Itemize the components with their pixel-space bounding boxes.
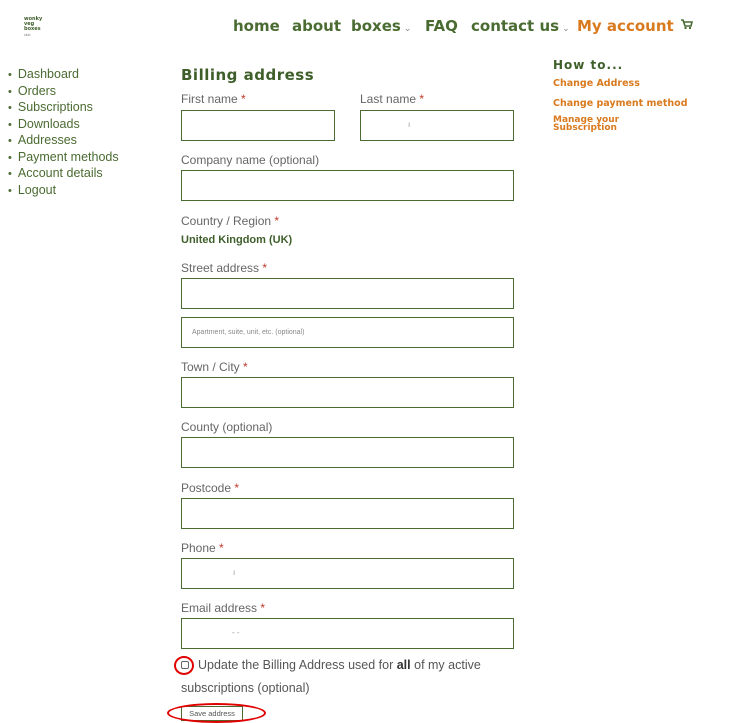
last-name-label-text: Last name [360, 92, 417, 106]
how-to-panel: How to... Change Address Change payment … [553, 58, 688, 141]
phone-label-text: Phone [181, 541, 216, 555]
nav-home[interactable]: home [233, 17, 280, 35]
update-subscriptions-label-line2: subscriptions (optional) [181, 681, 310, 695]
sidebar-item-dashboard[interactable]: Dashboard [8, 67, 119, 84]
nav-about[interactable]: about [292, 17, 341, 35]
site-logo[interactable]: wonky veg boxes club [24, 16, 46, 39]
company-label: Company name (optional) [181, 153, 320, 167]
email-input[interactable]: - - [181, 618, 514, 649]
postcode-label-text: Postcode [181, 481, 232, 495]
apartment-input[interactable]: Apartment, suite, unit, etc. (optional) [181, 317, 514, 348]
phone-label: Phone * [181, 541, 224, 555]
sidebar-item-addresses[interactable]: Addresses [8, 133, 119, 150]
billing-form: Billing address [181, 66, 514, 84]
email-label: Email address * [181, 601, 265, 615]
required-mark: * [243, 360, 248, 374]
required-mark: * [419, 92, 425, 106]
phone-input[interactable]: ı [181, 558, 514, 589]
required-mark: * [241, 92, 246, 106]
required-mark: * [262, 261, 268, 275]
page-title: Billing address [181, 66, 315, 84]
required-mark: * [219, 541, 224, 555]
county-label: County (optional) [181, 420, 273, 434]
change-address-link[interactable]: Change Address [553, 78, 688, 89]
required-mark: * [234, 481, 240, 495]
street-label-text: Street address [181, 261, 260, 275]
change-payment-link[interactable]: Change payment method [553, 98, 688, 109]
chevron-down-icon: ⌄ [562, 24, 570, 34]
nav-contact-label: contact us [471, 17, 560, 35]
postcode-input[interactable] [181, 498, 514, 529]
town-label-text: Town / City [181, 360, 240, 374]
sidebar-item-downloads[interactable]: Downloads [8, 117, 119, 134]
country-label-text: Country / Region [181, 214, 272, 228]
sidebar-item-account-details[interactable]: Account details [8, 166, 119, 183]
logo-text-4: club [24, 32, 31, 37]
update-label-pre: Update the Billing Address used for [198, 658, 397, 672]
update-subscriptions-label: Update the Billing Address used for all … [181, 658, 481, 672]
nav-my-account[interactable]: My account [577, 17, 674, 35]
manage-subscription-link[interactable]: Manage your Subscription [553, 116, 688, 133]
email-label-text: Email address [181, 601, 258, 615]
required-mark: * [274, 214, 280, 228]
nav-faq[interactable]: FAQ [425, 17, 458, 35]
apartment-placeholder: Apartment, suite, unit, etc. (optional) [192, 329, 305, 336]
account-sidebar: Dashboard Orders Subscriptions Downloads… [8, 67, 119, 199]
update-label-post: of my active [410, 658, 481, 672]
postcode-label: Postcode * [181, 481, 239, 495]
county-input[interactable] [181, 437, 514, 468]
sidebar-item-payment-methods[interactable]: Payment methods [8, 150, 119, 167]
nav-boxes[interactable]: boxes ⌄ [351, 17, 411, 35]
country-label: Country / Region * [181, 214, 279, 228]
last-name-label: Last name * [360, 92, 424, 106]
country-value: United Kingdom (UK) [181, 234, 293, 246]
how-to-title: How to... [553, 58, 624, 72]
first-name-label: First name * [181, 92, 246, 106]
street-label: Street address * [181, 261, 267, 275]
chevron-down-icon: ⌄ [403, 24, 412, 34]
sidebar-item-orders[interactable]: Orders [8, 84, 119, 101]
phone-value: ı [233, 568, 236, 577]
town-input[interactable] [181, 377, 514, 408]
required-mark: * [260, 601, 266, 615]
first-name-label-text: First name [181, 92, 238, 106]
company-input[interactable] [181, 170, 514, 201]
checkbox-annotation-circle [174, 656, 194, 675]
sidebar-item-subscriptions[interactable]: Subscriptions [8, 100, 119, 117]
cart-icon[interactable] [680, 18, 694, 34]
town-label: Town / City * [181, 360, 248, 374]
save-annotation-circle [167, 703, 266, 723]
manage-subscription-line2: Subscription [553, 123, 617, 133]
first-name-input[interactable] [181, 110, 335, 141]
street-input[interactable] [181, 278, 514, 309]
nav-boxes-label: boxes [351, 17, 401, 35]
email-value: - - [232, 628, 240, 637]
sidebar-item-logout[interactable]: Logout [8, 183, 119, 200]
last-name-input[interactable]: ı [360, 110, 514, 141]
update-label-bold: all [396, 658, 411, 672]
nav-contact[interactable]: contact us ⌄ [471, 17, 570, 35]
update-subscriptions-row: Update the Billing Address used for all … [181, 658, 481, 695]
last-name-value: ı [408, 120, 411, 129]
